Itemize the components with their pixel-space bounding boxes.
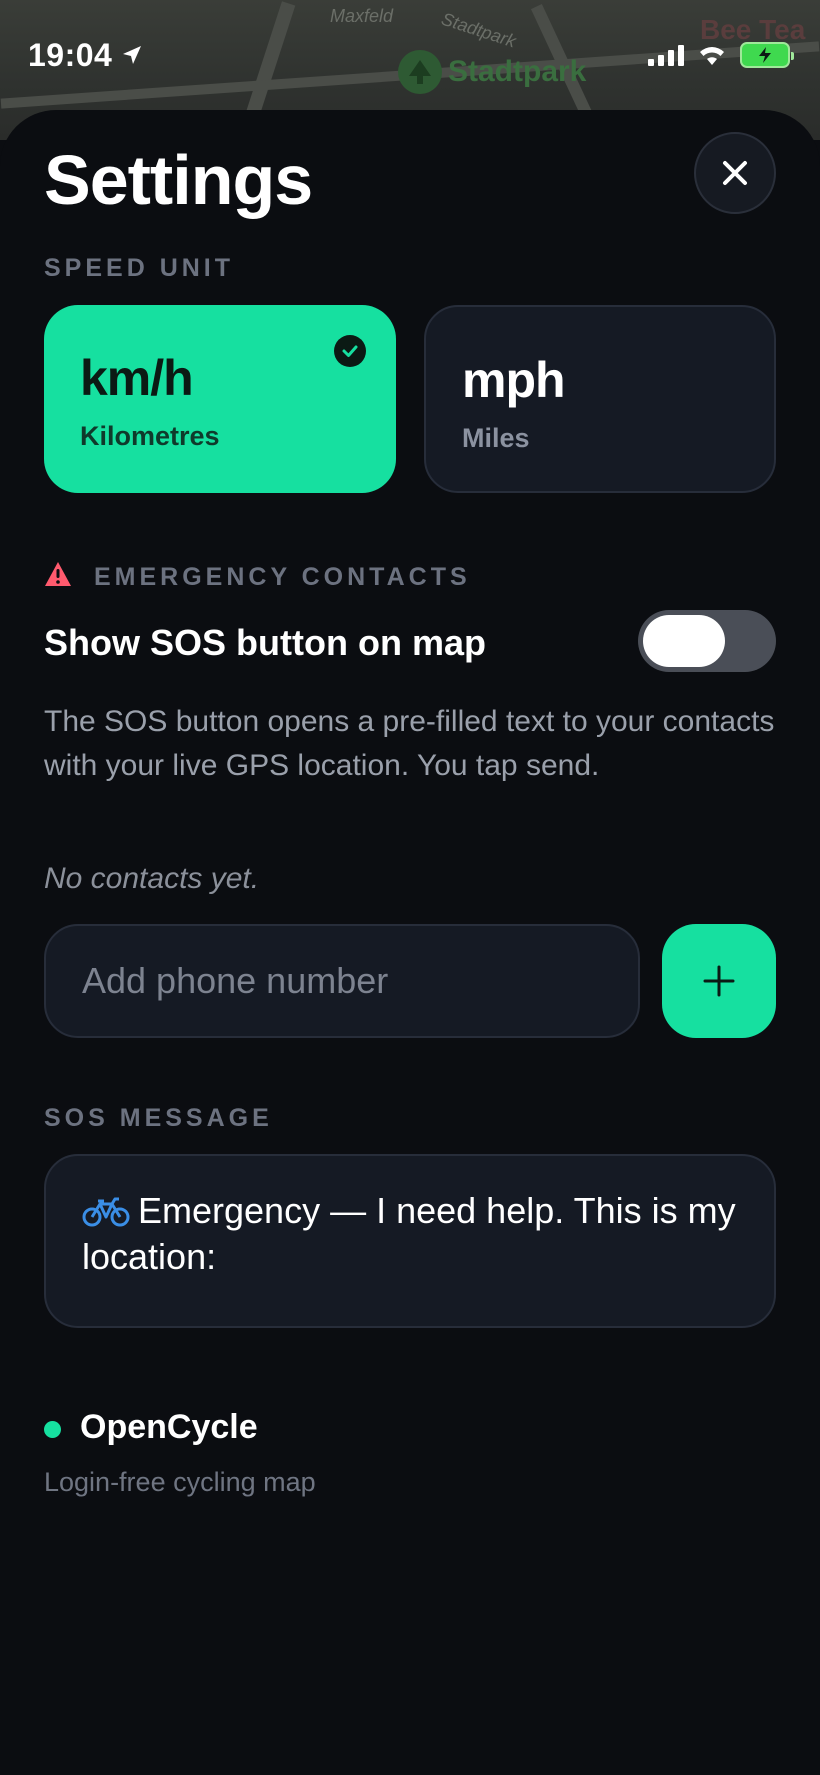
emergency-contacts-label: EMERGENCY CONTACTS (94, 563, 471, 591)
sos-toggle-label: Show SOS button on map (44, 622, 486, 663)
plus-icon (703, 965, 735, 997)
status-time: 19:04 (28, 37, 144, 74)
clock-text: 19:04 (28, 36, 113, 73)
location-arrow-icon (123, 46, 142, 64)
unit-option-mph[interactable]: mph Miles (424, 305, 776, 493)
settings-sheet: Settings SPEED UNIT km/h Kilometres mph … (0, 110, 820, 1775)
sos-description: The SOS button opens a pre-filled text t… (44, 705, 775, 782)
sos-message-text: Emergency — I need help. This is my loca… (82, 1190, 736, 1277)
phone-number-input[interactable] (44, 924, 640, 1038)
unit-sub-label: Kilometres (80, 421, 220, 451)
app-tagline: Login-free cycling map (44, 1467, 316, 1497)
cellular-signal-icon (648, 44, 684, 66)
warning-icon (45, 562, 71, 586)
page-title: Settings (44, 141, 313, 219)
unit-sub-label: Miles (462, 423, 530, 453)
status-bar: 19:04 (0, 0, 820, 110)
close-button[interactable] (694, 132, 776, 214)
toggle-knob (643, 615, 725, 667)
unit-option-kmh[interactable]: km/h Kilometres (44, 305, 396, 493)
sos-message-label: SOS MESSAGE (44, 1104, 273, 1132)
app-name: OpenCycle (80, 1408, 258, 1446)
status-dot (44, 1421, 61, 1438)
unit-main-label: mph (462, 352, 566, 408)
close-icon (723, 161, 747, 185)
wifi-icon (700, 47, 724, 65)
empty-contacts-text: No contacts yet. (44, 862, 260, 895)
sos-message-field[interactable]: Emergency — I need help. This is my loca… (44, 1154, 776, 1328)
bicycle-icon (82, 1197, 130, 1227)
check-icon (334, 335, 366, 367)
speed-unit-label: SPEED UNIT (44, 254, 235, 282)
sos-toggle[interactable] (638, 610, 776, 672)
status-icons (648, 42, 794, 68)
battery-charging-icon (740, 42, 794, 68)
add-contact-button[interactable] (662, 924, 776, 1038)
